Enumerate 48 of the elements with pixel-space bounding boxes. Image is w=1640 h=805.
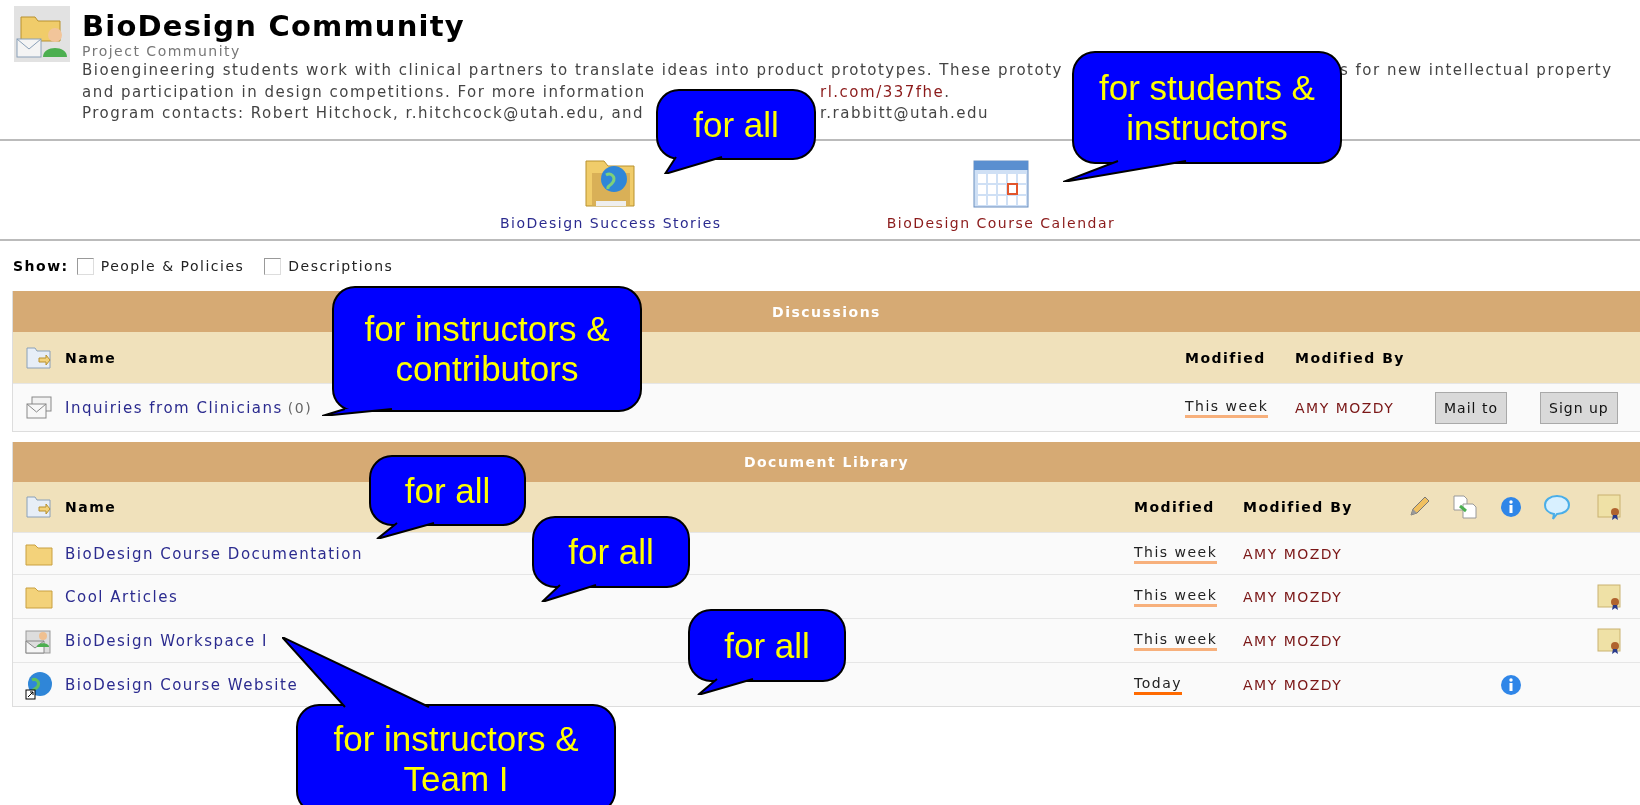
column-header[interactable]: Modified: [1134, 499, 1243, 515]
item-link[interactable]: BioDesign Workspace I: [65, 631, 268, 650]
modified-date: This week: [1134, 630, 1218, 651]
description-text: Bioengineering students work with clinical partners to translate ideas into product prototypes. These prototy: [82, 61, 1063, 79]
item-link[interactable]: BioDesign Course Documentation: [65, 544, 363, 563]
modified-by: AMY MOZDY: [1243, 545, 1344, 562]
modified-date: This week: [1134, 586, 1218, 607]
modified-date: Today: [1134, 674, 1182, 695]
info-icon: [1500, 496, 1522, 518]
page-title: BioDesign Community: [82, 8, 466, 44]
column-header[interactable]: Modified By: [1243, 499, 1396, 515]
description-link[interactable]: rl.com/337fhe: [820, 82, 945, 101]
checkbox-label: People & Policies: [100, 258, 245, 274]
folder-arrow-icon: [25, 493, 53, 521]
page-subtitle: Project Community: [82, 43, 242, 60]
modified-by: AMY MOZDY: [1243, 588, 1344, 605]
modified-by: AMY MOZDY: [1295, 399, 1396, 416]
calendar-icon: [971, 157, 1030, 209]
speech-bubble-icon: [1543, 494, 1571, 520]
globe-icon: [24, 669, 54, 700]
copy-documents-icon: [1452, 494, 1478, 520]
description-text: .: [944, 82, 951, 101]
quick-link[interactable]: BioDesign Success Stories: [500, 215, 722, 231]
item-link[interactable]: Cool Articles: [65, 587, 179, 606]
column-header[interactable]: Modified: [1185, 349, 1295, 366]
checkbox-label: Descriptions: [288, 258, 394, 274]
item-link[interactable]: Inquiries from Clinicians: [65, 398, 283, 417]
modified-by: AMY MOZDY: [1243, 632, 1344, 649]
show-label: Show:: [13, 258, 69, 274]
community-icon: [13, 5, 71, 63]
action-button[interactable]: Mail to: [1435, 391, 1507, 424]
certificate-icon: [1596, 493, 1624, 521]
item-link[interactable]: BioDesign Course Website: [65, 675, 299, 694]
modified-date: This week: [1134, 543, 1218, 564]
envelopes-icon: [24, 393, 54, 422]
pencil-icon: [1407, 495, 1431, 519]
description-text: r.rabbitt@utah.edu: [820, 104, 989, 122]
description-text: Program contacts: Robert Hitchock, r.hitchcock@utah.edu, and: [82, 104, 645, 122]
modified-by: AMY MOZDY: [1243, 676, 1344, 693]
quick-link[interactable]: BioDesign Course Calendar: [886, 215, 1116, 231]
description-text: s for new intellectual property: [1340, 61, 1613, 79]
checkbox[interactable]: [264, 257, 282, 275]
description-text: and participation in design competitions. For more information: [82, 82, 646, 101]
action-button[interactable]: Sign up: [1540, 391, 1618, 424]
modified-date: This week: [1185, 397, 1269, 418]
item-count: (0): [287, 399, 313, 416]
checkbox[interactable]: [76, 257, 94, 275]
column-header[interactable]: Modified By: [1295, 349, 1435, 366]
